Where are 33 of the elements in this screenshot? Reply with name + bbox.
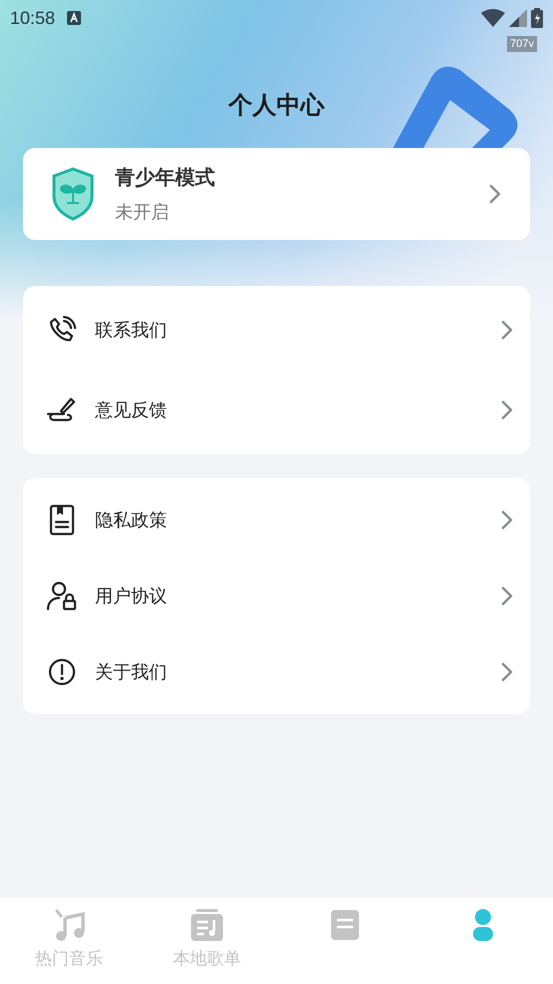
- menu-item[interactable]: 用户协议: [23, 558, 530, 634]
- tab-label: 本地歌单: [173, 948, 241, 970]
- chevron-right-icon: [500, 399, 514, 421]
- menu-item-label: 隐私政策: [95, 508, 168, 532]
- chevron-right-icon: [500, 585, 514, 607]
- playlist-icon: [189, 908, 225, 942]
- signal-icon: [509, 9, 527, 27]
- chevron-right-icon: [500, 661, 514, 683]
- youth-mode-status: 未开启: [115, 200, 170, 224]
- menu-item[interactable]: 意见反馈: [23, 370, 530, 450]
- chevron-right-icon: [488, 183, 502, 205]
- youth-mode-card[interactable]: 青少年模式 未开启: [23, 148, 530, 240]
- chevron-right-icon: [500, 319, 514, 341]
- menu-item[interactable]: 联系我们: [23, 290, 530, 370]
- youth-mode-title: 青少年模式: [115, 166, 216, 190]
- shield-sprout-icon: [51, 167, 95, 221]
- clock-time: 10:58: [10, 6, 56, 30]
- document-icon: [48, 504, 76, 536]
- battery-icon: [531, 8, 543, 28]
- menu-item[interactable]: 隐私政策: [23, 482, 530, 558]
- debug-badge: 707v: [507, 36, 537, 52]
- menu-item[interactable]: 关于我们: [23, 634, 530, 710]
- page-title: 个人中心: [228, 91, 324, 121]
- keyboard-notification-icon: [67, 11, 82, 25]
- wifi-icon: [481, 9, 505, 27]
- menu-item-label: 意见反馈: [95, 398, 168, 422]
- menu-item-label: 用户协议: [95, 584, 168, 608]
- tab-label: 热门音乐: [35, 948, 103, 970]
- info-icon: [47, 657, 77, 687]
- menu-item-label: 联系我们: [95, 318, 168, 342]
- chevron-right-icon: [500, 509, 514, 531]
- user-lock-icon: [46, 580, 78, 612]
- menu-item-label: 关于我们: [95, 660, 168, 684]
